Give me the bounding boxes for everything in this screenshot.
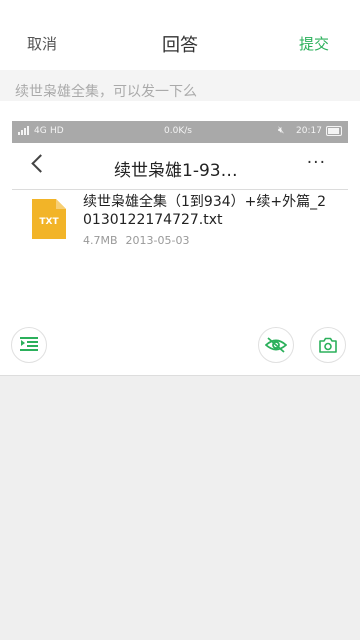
mute-icon: 🔇︎ <box>278 125 285 136</box>
file-meta: 4.7MB 2013-05-03 <box>83 234 189 247</box>
list-indent-icon <box>20 337 38 351</box>
txt-file-icon: TXT <box>32 199 66 239</box>
answer-editor[interactable]: 4G HD 0.0K/s 🔇︎ 20:17 续世枭雄1-93… ··· TXT … <box>0 101 360 376</box>
hd-badge: HD <box>50 126 64 136</box>
screenshot-title: 续世枭雄1-93… <box>114 161 238 181</box>
top-bar: 取消 回答 提交 <box>0 0 360 70</box>
camera-button[interactable] <box>310 327 346 363</box>
network-type: 4G <box>34 126 47 136</box>
status-time: 20:17 <box>296 126 322 136</box>
screenshot-nav-bar: 续世枭雄1-93… ··· <box>12 143 348 190</box>
question-bar: 续世枭雄全集，可以发一下么 <box>0 70 360 101</box>
privacy-toggle-button[interactable] <box>258 327 294 363</box>
file-name: 续世枭雄全集（1到934）+续+外篇_20130122174727.txt <box>83 194 326 228</box>
file-date: 2013-05-03 <box>125 234 190 247</box>
back-icon <box>31 154 50 173</box>
file-size: 4.7MB <box>83 234 118 247</box>
question-text: 续世枭雄全集，可以发一下么 <box>15 84 197 100</box>
attached-screenshot[interactable]: 4G HD 0.0K/s 🔇︎ 20:17 续世枭雄1-93… ··· TXT … <box>12 121 348 281</box>
screenshot-status-bar: 4G HD 0.0K/s 🔇︎ 20:17 <box>12 121 348 143</box>
network-speed: 0.0K/s <box>164 126 192 136</box>
battery-icon <box>326 126 342 136</box>
file-type-label: TXT <box>39 217 59 227</box>
camera-icon <box>319 337 337 353</box>
format-list-button[interactable] <box>11 327 47 363</box>
signal-icon <box>18 126 29 135</box>
submit-button[interactable]: 提交 <box>299 33 329 54</box>
more-icon: ··· <box>306 153 326 173</box>
eye-off-icon <box>265 337 287 353</box>
file-list-item: TXT 续世枭雄全集（1到934）+续+外篇_20130122174727.tx… <box>12 189 348 259</box>
